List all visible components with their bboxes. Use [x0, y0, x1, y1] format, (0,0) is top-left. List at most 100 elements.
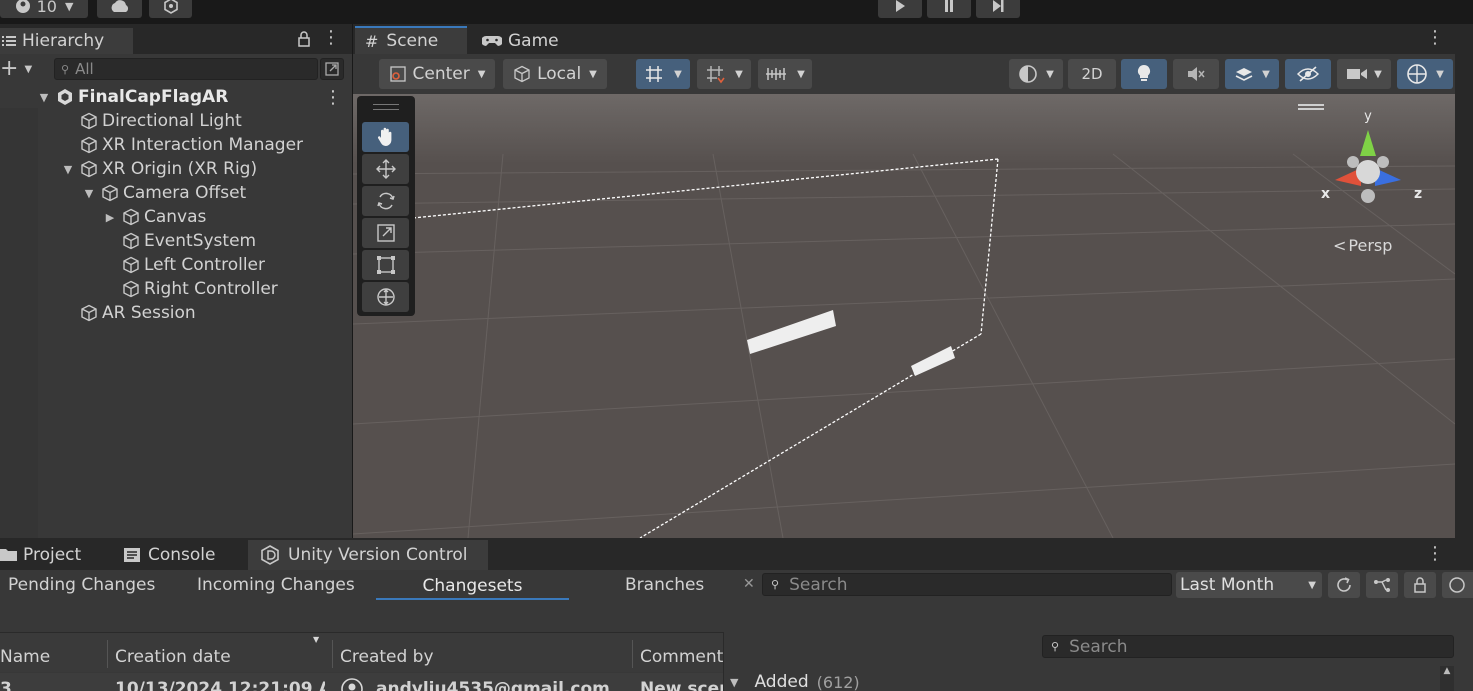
- tab-hierarchy[interactable]: Hierarchy: [0, 28, 133, 54]
- table-row[interactable]: 3 10/13/2024 12:21:09 AM andyliu4535@gma…: [0, 673, 723, 691]
- changesets-search-input[interactable]: ⚲ Search: [762, 573, 1172, 596]
- ruler-button[interactable]: ▼: [758, 59, 812, 89]
- details-scrollbar[interactable]: ▲: [1440, 666, 1454, 691]
- pivot-dropdown[interactable]: Center ▼: [379, 59, 495, 89]
- scene-toolbar: Center ▼ Local ▼ ▼ ▼ ▼ ▼ 2D ▼ ▼ ▼: [353, 54, 1455, 94]
- tab-hierarchy-label: Hierarchy: [22, 31, 105, 51]
- orientation-gizmo[interactable]: y x z: [1313, 108, 1423, 218]
- play-button[interactable]: [878, 0, 922, 18]
- camera-settings-button[interactable]: ▼: [1337, 59, 1391, 89]
- expand-arrow-icon[interactable]: ▼: [730, 676, 738, 689]
- add-object-button[interactable]: + ▼: [0, 58, 40, 80]
- tree-item-xr-origin[interactable]: ▼ XR Origin (XR Rig): [62, 157, 257, 181]
- column-header-creation-date[interactable]: Creation date: [115, 647, 231, 667]
- hierarchy-search-placeholder: All: [75, 60, 94, 78]
- chevron-down-icon: ▼: [674, 68, 682, 80]
- tree-item-right-controller[interactable]: Right Controller: [122, 277, 278, 301]
- transform-tool-button[interactable]: [362, 282, 409, 312]
- scene-root-row[interactable]: ▼ FinalCapFlagAR ⋮: [38, 85, 348, 109]
- move-tool-button[interactable]: [362, 154, 409, 184]
- hidden-objects-toggle-button[interactable]: [1285, 59, 1331, 89]
- tree-item-eventsystem[interactable]: EventSystem: [122, 229, 256, 253]
- tool-palette: [357, 96, 415, 316]
- branch-explorer-button[interactable]: [1366, 572, 1398, 598]
- effects-toggle-button[interactable]: ▼: [1225, 59, 1279, 89]
- tab-game[interactable]: Game: [482, 28, 559, 54]
- column-separator[interactable]: [632, 640, 633, 668]
- hierarchy-more-icon[interactable]: ⋮: [322, 29, 340, 49]
- expand-arrow-collapsed-icon[interactable]: ▶: [104, 211, 116, 224]
- local-space-icon: [514, 65, 530, 83]
- chevron-down-icon: ▼: [477, 68, 486, 80]
- increment-snap-button[interactable]: ▼: [697, 59, 751, 89]
- column-separator[interactable]: [332, 640, 333, 668]
- tab-scene[interactable]: # Scene: [355, 26, 467, 54]
- gizmos-toggle-button[interactable]: ▼: [1397, 59, 1453, 89]
- tab-unity-version-control[interactable]: Unity Version Control: [260, 544, 467, 566]
- scroll-up-icon[interactable]: ▲: [1440, 666, 1454, 676]
- rect-tool-button[interactable]: [362, 250, 409, 280]
- column-separator[interactable]: [107, 640, 108, 668]
- console-icon: [124, 548, 140, 562]
- hand-tool-button[interactable]: [362, 122, 409, 152]
- tree-item-camera-offset[interactable]: ▼ Camera Offset: [83, 181, 246, 205]
- lighting-toggle-button[interactable]: [1121, 59, 1167, 89]
- rotate-tool-button[interactable]: [362, 186, 409, 216]
- added-group-header[interactable]: ▼ Added (612): [730, 672, 860, 691]
- account-dropdown[interactable]: 10 ▼: [0, 0, 88, 18]
- column-header-created-by[interactable]: Created by: [340, 647, 434, 667]
- close-tab-icon[interactable]: ✕: [743, 576, 755, 592]
- lock-button[interactable]: [1404, 572, 1436, 598]
- column-header-label: Name: [0, 647, 51, 667]
- date-filter-dropdown[interactable]: Last Month ▼: [1176, 572, 1322, 598]
- tab-project[interactable]: Project: [0, 544, 81, 566]
- lock-icon[interactable]: [297, 31, 311, 47]
- vc-tab-label: Changesets: [422, 576, 523, 596]
- hand-icon: [377, 127, 391, 146]
- hierarchy-search-input[interactable]: ⚲ All: [54, 58, 318, 80]
- cloud-button[interactable]: [97, 0, 142, 18]
- tree-item-label: Left Controller: [144, 255, 266, 275]
- tree-item-canvas[interactable]: ▶ Canvas: [104, 205, 207, 229]
- draw-mode-button[interactable]: ▼: [1009, 59, 1063, 89]
- grid-snap-button[interactable]: ▼: [636, 59, 690, 89]
- hash-icon: #: [365, 31, 379, 51]
- vc-tab-changesets[interactable]: Changesets: [376, 574, 569, 600]
- scene-viewport[interactable]: y x z < Persp: [353, 94, 1455, 538]
- scene-more-icon[interactable]: ⋮: [324, 87, 342, 108]
- search-placeholder: Search: [789, 574, 848, 595]
- cloud-icon: [111, 0, 128, 13]
- space-dropdown[interactable]: Local ▼: [503, 59, 607, 89]
- expand-arrow-icon[interactable]: ▼: [38, 91, 50, 104]
- column-header-name[interactable]: Name: [0, 647, 50, 667]
- details-search-input[interactable]: ⚲ Search: [1042, 635, 1454, 658]
- vc-tab-pending-changes[interactable]: Pending Changes: [8, 574, 155, 596]
- bottom-more-menu-icon[interactable]: ⋮: [1426, 545, 1444, 565]
- palette-handle-icon[interactable]: [373, 104, 399, 110]
- eye-hidden-icon: [1297, 66, 1319, 82]
- step-button[interactable]: [976, 0, 1020, 18]
- 2d-toggle-button[interactable]: 2D: [1068, 59, 1116, 89]
- tree-item-left-controller[interactable]: Left Controller: [122, 253, 265, 277]
- audio-toggle-button[interactable]: [1173, 59, 1219, 89]
- collab-button[interactable]: [149, 0, 192, 18]
- details-search-placeholder: Search: [1069, 636, 1128, 657]
- expand-arrow-icon[interactable]: ▼: [62, 163, 74, 176]
- refresh-button[interactable]: [1328, 572, 1360, 598]
- pivot-center-icon: [389, 66, 406, 82]
- expand-arrow-icon[interactable]: ▼: [83, 187, 95, 200]
- vc-tab-branches[interactable]: Branches: [625, 574, 704, 596]
- vc-tab-incoming-changes[interactable]: Incoming Changes: [197, 574, 355, 596]
- tree-item-ar-session[interactable]: AR Session: [80, 301, 196, 325]
- search-options-button[interactable]: [320, 58, 344, 80]
- scene-more-menu-icon[interactable]: ⋮: [1426, 29, 1444, 49]
- perspective-icon: <: [1333, 236, 1347, 255]
- column-header-comment[interactable]: Comment: [640, 647, 723, 667]
- pause-button[interactable]: [927, 0, 971, 18]
- tree-item-directional-light[interactable]: Directional Light: [80, 109, 242, 133]
- tree-item-xr-interaction-manager[interactable]: XR Interaction Manager: [80, 133, 303, 157]
- tab-console[interactable]: Console: [124, 544, 216, 566]
- projection-toggle[interactable]: < Persp: [1333, 236, 1392, 255]
- help-button[interactable]: [1442, 572, 1473, 598]
- scale-tool-button[interactable]: [362, 218, 409, 248]
